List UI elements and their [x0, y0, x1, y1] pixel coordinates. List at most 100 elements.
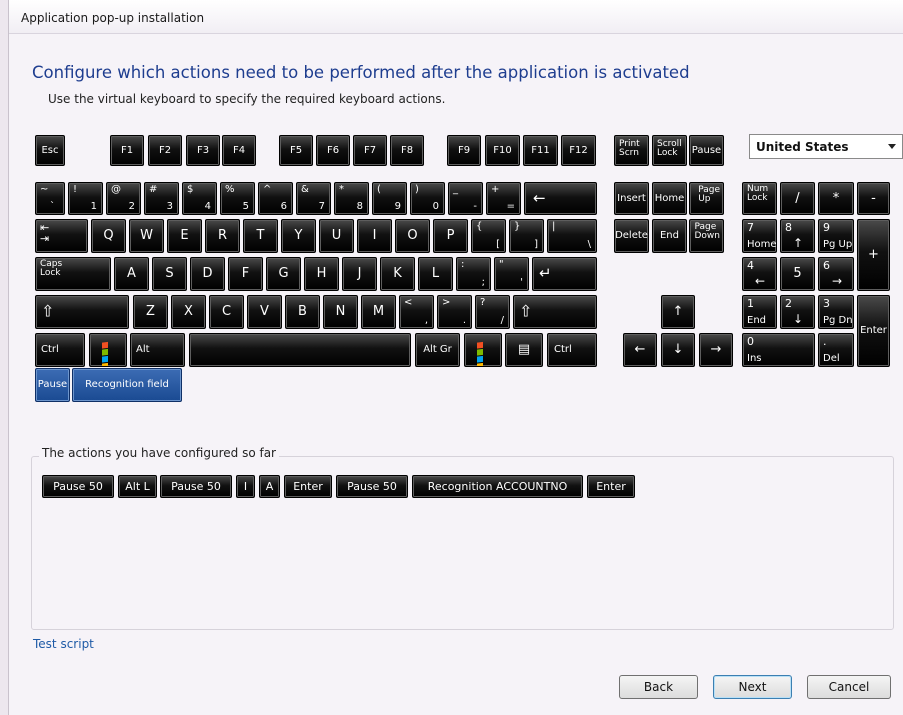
key-5[interactable]: % 5 — [220, 182, 255, 215]
key-e[interactable]: E — [167, 219, 202, 253]
key-r[interactable]: R — [205, 219, 240, 253]
key-p[interactable]: P — [433, 219, 468, 253]
key-2[interactable]: @2 — [106, 182, 141, 215]
key-arrow-down[interactable]: ↓ — [661, 333, 695, 367]
key-numpad-5[interactable]: 5 — [780, 257, 815, 291]
key-f8[interactable]: F8 — [390, 135, 424, 166]
key-s[interactable]: S — [152, 257, 187, 291]
pause-action-key[interactable]: Pause — [35, 368, 70, 402]
key-v[interactable]: V — [247, 295, 282, 329]
key-numpad-8[interactable]: 8 ↑ — [780, 219, 815, 253]
key-w[interactable]: W — [129, 219, 164, 253]
key-b[interactable]: B — [285, 295, 320, 329]
key-numpad-minus[interactable]: - — [857, 182, 890, 215]
key-x[interactable]: X — [171, 295, 206, 329]
key-f3[interactable]: F3 — [186, 135, 220, 166]
key-right-ctrl[interactable]: Ctrl — [547, 333, 597, 367]
key-equals[interactable]: + = — [486, 182, 521, 215]
key-minus[interactable]: _ - — [448, 182, 483, 215]
key-f1[interactable]: F1 — [110, 135, 144, 166]
key-delete[interactable]: Delete — [614, 219, 649, 253]
key-right-bracket[interactable]: }] — [509, 219, 544, 253]
key-o[interactable]: O — [395, 219, 430, 253]
key-d[interactable]: D — [190, 257, 225, 291]
key-t[interactable]: T — [243, 219, 278, 253]
next-button[interactable]: Next — [713, 675, 792, 699]
key-6[interactable]: ^ 6 — [258, 182, 293, 215]
key-right-windows[interactable] — [464, 333, 502, 367]
key-tab[interactable]: ⇤ ⇥ — [35, 219, 88, 253]
key-f[interactable]: F — [228, 257, 263, 291]
key-left-alt[interactable]: Alt — [130, 333, 185, 367]
key-alt-gr[interactable]: Alt Gr — [415, 333, 460, 367]
key-c[interactable]: C — [209, 295, 244, 329]
key-left-shift[interactable]: ⇧ — [35, 295, 129, 329]
key-numpad-2[interactable]: 2 ↓ — [780, 295, 815, 329]
key-scroll-lock[interactable]: Scroll Lock — [652, 135, 687, 166]
key-u[interactable]: U — [319, 219, 354, 253]
key-numpad-6[interactable]: 6 → — [818, 257, 854, 291]
key-numpad-multiply[interactable]: * — [818, 182, 854, 215]
key-f7[interactable]: F7 — [353, 135, 387, 166]
key-enter[interactable]: ↵ — [532, 257, 597, 291]
key-q[interactable]: Q — [91, 219, 126, 253]
key-7[interactable]: & 7 — [296, 182, 331, 215]
action-item[interactable]: Enter — [284, 475, 332, 498]
key-backslash[interactable]: | \ — [547, 219, 597, 253]
key-left-windows[interactable] — [89, 333, 127, 367]
action-item[interactable]: Pause 50 — [42, 475, 114, 498]
keyboard-layout-select[interactable]: United States — [749, 134, 903, 159]
key-backtick[interactable]: ~ ` — [35, 182, 65, 215]
key-i[interactable]: I — [357, 219, 392, 253]
key-f6[interactable]: F6 — [316, 135, 350, 166]
key-print-screen[interactable]: Print Scrn — [614, 135, 649, 166]
key-h[interactable]: H — [304, 257, 339, 291]
key-numpad-3[interactable]: 3 Pg Dn — [818, 295, 854, 329]
key-right-shift[interactable]: ⇧ — [513, 295, 597, 329]
action-item[interactable]: I — [236, 475, 255, 498]
key-numpad-7[interactable]: 7 Home — [742, 219, 777, 253]
key-y[interactable]: Y — [281, 219, 316, 253]
key-semicolon[interactable]: :; — [456, 257, 491, 291]
key-period[interactable]: >. — [437, 295, 472, 329]
key-f12[interactable]: F12 — [561, 135, 596, 166]
key-page-up[interactable]: Page Up — [689, 182, 724, 215]
key-l[interactable]: L — [418, 257, 453, 291]
key-insert[interactable]: Insert — [614, 182, 649, 215]
action-item[interactable]: Enter — [587, 475, 635, 498]
key-home[interactable]: Home — [652, 182, 687, 215]
key-9[interactable]: (9 — [372, 182, 407, 215]
key-numpad-enter[interactable]: Enter — [857, 295, 890, 367]
action-item[interactable]: Alt L — [118, 475, 157, 498]
key-f11[interactable]: F11 — [523, 135, 558, 166]
key-numpad-9[interactable]: 9 Pg Up — [818, 219, 854, 253]
key-8[interactable]: * 8 — [334, 182, 369, 215]
key-num-lock[interactable]: Num Lock — [742, 182, 777, 215]
key-n[interactable]: N — [323, 295, 358, 329]
key-f2[interactable]: F2 — [148, 135, 182, 166]
key-arrow-right[interactable]: → — [699, 333, 733, 367]
key-a[interactable]: A — [114, 257, 149, 291]
key-numpad-plus[interactable]: + — [857, 219, 890, 291]
key-1[interactable]: ! 1 — [68, 182, 103, 215]
key-end[interactable]: End — [652, 219, 687, 253]
key-slash[interactable]: ? / — [475, 295, 510, 329]
action-item[interactable]: Pause 50 — [160, 475, 232, 498]
key-0[interactable]: ) 0 — [410, 182, 445, 215]
cancel-button[interactable]: Cancel — [807, 675, 891, 699]
key-3[interactable]: #3 — [144, 182, 179, 215]
key-4[interactable]: $4 — [182, 182, 217, 215]
key-comma[interactable]: <, — [399, 295, 434, 329]
key-numpad-1[interactable]: 1 End — [742, 295, 777, 329]
action-item[interactable]: A — [259, 475, 280, 498]
key-numpad-4[interactable]: 4 ← — [742, 257, 777, 291]
key-arrow-left[interactable]: ← — [623, 333, 657, 367]
key-numpad-0[interactable]: 0 Ins — [742, 333, 815, 367]
key-j[interactable]: J — [342, 257, 377, 291]
test-script-link[interactable]: Test script — [33, 637, 94, 651]
key-menu[interactable]: ▤ — [505, 333, 543, 367]
key-pause[interactable]: Pause — [689, 135, 724, 166]
recognition-field-key[interactable]: Recognition field — [72, 368, 182, 402]
key-caps-lock[interactable]: Caps Lock — [35, 257, 111, 291]
key-numpad-decimal[interactable]: . Del — [818, 333, 854, 367]
